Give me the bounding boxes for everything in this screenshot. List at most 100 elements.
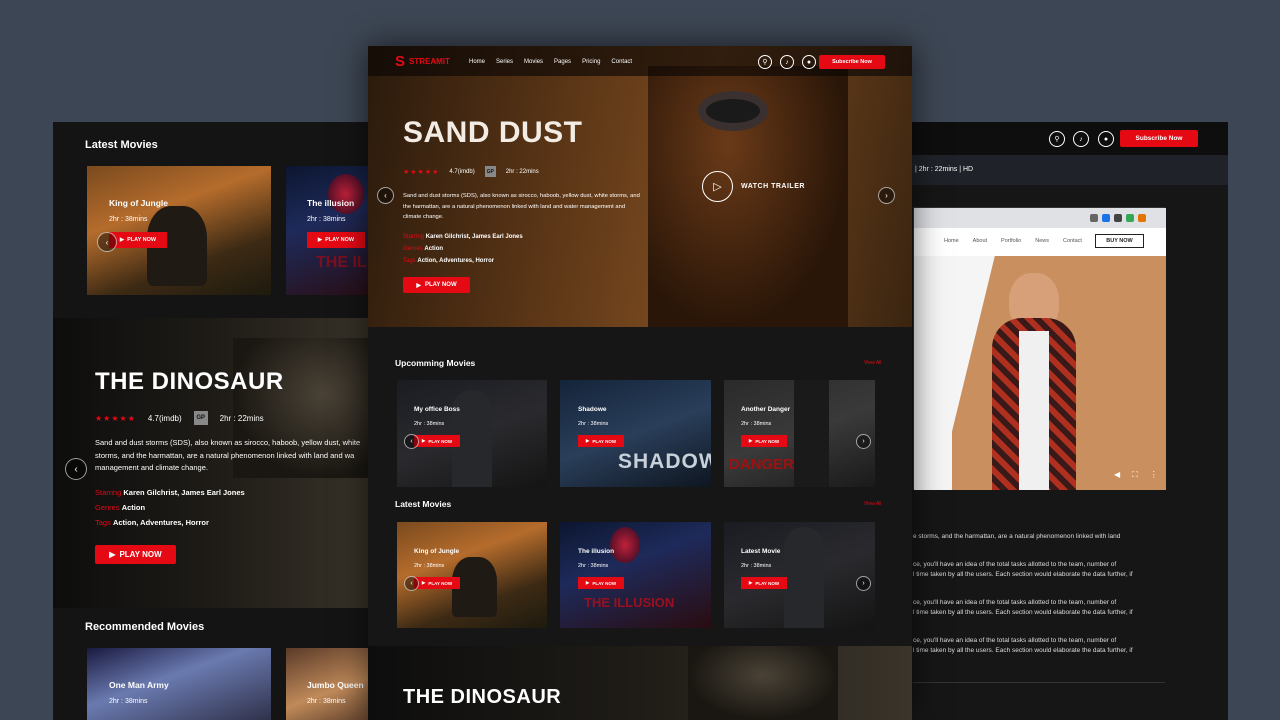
browser-toolbar — [914, 208, 1166, 228]
logo[interactable]: S STREAMIT — [395, 53, 450, 70]
latest-movies-heading: Latest Movies — [85, 139, 158, 151]
movie-card[interactable]: The illusion 2hr : 38mins ▶ PLAY NOW THE … — [560, 522, 711, 628]
hero-prev-arrow[interactable]: ‹ — [65, 458, 87, 480]
poster-overlay-text: THE ILLUSION — [584, 595, 675, 610]
carousel-prev-arrow[interactable]: ‹ — [404, 434, 419, 449]
upcoming-movies-heading: Upcomming Movies — [395, 358, 476, 368]
movie-card[interactable]: King of Jungle 2hr : 38mins ▶ PLAY NOW ‹ — [397, 522, 547, 628]
card-title: Another Danger — [741, 406, 791, 413]
hero-description: Sand and dust storms (SDS), also known a… — [403, 193, 640, 220]
carousel-next-arrow[interactable]: › — [856, 576, 871, 591]
user-icon[interactable]: ● — [1098, 131, 1114, 147]
dinosaur-hero-banner: THE DINOSAUR ★★★★★ 4.7(imdb) GP 2hr : 22… — [53, 318, 383, 608]
nav-home[interactable]: Home — [469, 59, 485, 65]
carousel-prev-arrow[interactable]: ‹ — [97, 232, 117, 252]
subscribe-button[interactable]: Subscribe Now — [1120, 130, 1198, 147]
fullscreen-icon[interactable]: ⛶ — [1132, 470, 1138, 480]
card-duration: 2hr : 38mins — [741, 563, 772, 569]
text-line: ce, you'll have an idea of the total tas… — [913, 599, 1117, 606]
nav-about[interactable]: About — [973, 238, 987, 244]
play-now-button[interactable]: ▶ PLAY NOW — [414, 435, 460, 447]
duration-value: 2hr : 22mins — [505, 168, 539, 175]
nav-home[interactable]: Home — [944, 238, 959, 244]
card-title: Shadowe — [578, 406, 607, 413]
tags-row: Tags Action, Adventures, Horror — [95, 518, 209, 527]
rating-badge: GP — [484, 166, 496, 177]
nav-movies[interactable]: Movies — [524, 59, 543, 65]
person-tshirt — [1019, 331, 1049, 490]
video-controls: ◀ ⛶ ⋮ — [1114, 470, 1158, 480]
play-now-button[interactable]: ▶ PLAY NOW — [741, 435, 787, 447]
rating-value: 4.7(imdb) — [147, 413, 182, 423]
play-icon: ▶ — [317, 237, 323, 243]
play-now-button[interactable]: ▶ PLAY NOW — [109, 232, 167, 248]
hero-next-arrow[interactable]: › — [878, 187, 895, 204]
latest-view-all-link[interactable]: View All — [864, 501, 881, 507]
main-streamit-window: S STREAMIT Home Series Movies Pages Pric… — [368, 46, 912, 720]
nav-contact[interactable]: Contact — [611, 59, 632, 65]
watch-trailer-button[interactable]: ▷ WATCH TRAILER — [702, 171, 805, 202]
movie-card[interactable]: King of Jungle 2hr : 38mins ▶ PLAY NOW ‹ — [87, 166, 271, 295]
movie-card[interactable]: Latest Movie 2hr : 38mins ▶ PLAY NOW › — [724, 522, 875, 628]
user-icon[interactable]: ● — [802, 55, 816, 69]
starring-row: Starring Karen Gilchrist, James Earl Jon… — [95, 488, 245, 497]
search-icon[interactable]: ⚲ — [758, 55, 772, 69]
carousel-prev-arrow[interactable]: ‹ — [404, 576, 419, 591]
carousel-next-arrow[interactable]: › — [856, 434, 871, 449]
nav-series[interactable]: Series — [496, 59, 513, 65]
upcoming-view-all-link[interactable]: View All — [864, 360, 881, 366]
play-circle-icon: ▷ — [702, 171, 733, 202]
card-duration: 2hr : 38mins — [109, 698, 148, 705]
card-duration: 2hr : 38mins — [307, 216, 346, 223]
tags-row: Tags Action, Adventures, Horror — [403, 258, 495, 264]
movie-card[interactable]: One Man Army 2hr : 38mins — [87, 648, 271, 720]
right-meta-text: | 2hr : 22mins | HD — [915, 166, 974, 173]
nav-pages[interactable]: Pages — [554, 59, 571, 65]
nav-pricing[interactable]: Pricing — [582, 59, 600, 65]
play-now-button[interactable]: ▶ PLAY NOW — [414, 577, 460, 589]
recommended-movies-heading: Recommended Movies — [85, 621, 205, 633]
card-duration: 2hr : 38mins — [578, 563, 609, 569]
play-now-button[interactable]: ▶ PLAY NOW — [307, 232, 365, 248]
bell-icon[interactable]: ♪ — [1073, 131, 1089, 147]
poster-figure — [610, 527, 640, 563]
volume-icon[interactable]: ◀ — [1114, 470, 1120, 480]
more-icon[interactable]: ⋮ — [1150, 470, 1158, 480]
hero-title: THE DINOSAUR — [95, 368, 284, 395]
movie-card[interactable]: My office Boss 2hr : 38mins ▶ PLAY NOW ‹ — [397, 380, 547, 487]
movie-card[interactable]: Another Danger 2hr : 38mins ▶ PLAY NOW DA… — [724, 380, 875, 487]
hero-play-now-button[interactable]: ▶ PLAY NOW — [95, 545, 176, 564]
buy-now-button[interactable]: BUY NOW — [1095, 234, 1144, 248]
dinosaur-banner: THE DINOSAUR — [368, 646, 912, 720]
play-icon: ▶ — [109, 550, 116, 559]
genres-row: Genres Action — [95, 503, 146, 512]
text-line: l time taken by all the users. Each sect… — [913, 647, 1133, 654]
hero-prev-arrow[interactable]: ‹ — [377, 187, 394, 204]
nav-portfolio[interactable]: Portfolio — [1001, 238, 1021, 244]
card-duration: 2hr : 38mins — [414, 421, 445, 427]
card-title: Jumbo Queen — [307, 680, 364, 690]
nav-contact[interactable]: Contact — [1063, 238, 1082, 244]
subscribe-button[interactable]: Subscribe Now — [819, 55, 885, 69]
video-player[interactable]: Home About Portfolio News Contact BUY NO… — [913, 207, 1166, 490]
card-title: The illusion — [307, 198, 355, 208]
play-now-button[interactable]: ▶ PLAY NOW — [578, 435, 624, 447]
bell-icon[interactable]: ♪ — [780, 55, 794, 69]
search-icon[interactable]: ⚲ — [1049, 131, 1065, 147]
text-line: ce, you'll have an idea of the total tas… — [913, 637, 1117, 644]
rating-badge: GP — [193, 411, 208, 425]
nav-news[interactable]: News — [1035, 238, 1049, 244]
card-title: My office Boss — [414, 406, 460, 413]
hero-play-now-button[interactable]: ▶ PLAY NOW — [403, 277, 470, 293]
text-line: e storms, and the harmattan, are a natur… — [913, 533, 1121, 540]
card-duration: 2hr : 38mins — [578, 421, 609, 427]
site-nav: Home About Portfolio News Contact BUY NO… — [914, 228, 1166, 256]
poster-figure — [328, 174, 364, 214]
hero-meta: ★★★★★ 4.7(imdb) GP 2hr : 22mins — [95, 411, 264, 425]
right-text-block: e storms, and the harmattan, are a natur… — [913, 532, 1173, 656]
play-icon: ▶ — [748, 438, 753, 443]
play-now-button[interactable]: ▶ PLAY NOW — [578, 577, 624, 589]
play-now-button[interactable]: ▶ PLAY NOW — [741, 577, 787, 589]
latest-movies-heading: Latest Movies — [395, 499, 452, 509]
movie-card[interactable]: Shadowe 2hr : 38mins ▶ PLAY NOW SHADOW — [560, 380, 711, 487]
